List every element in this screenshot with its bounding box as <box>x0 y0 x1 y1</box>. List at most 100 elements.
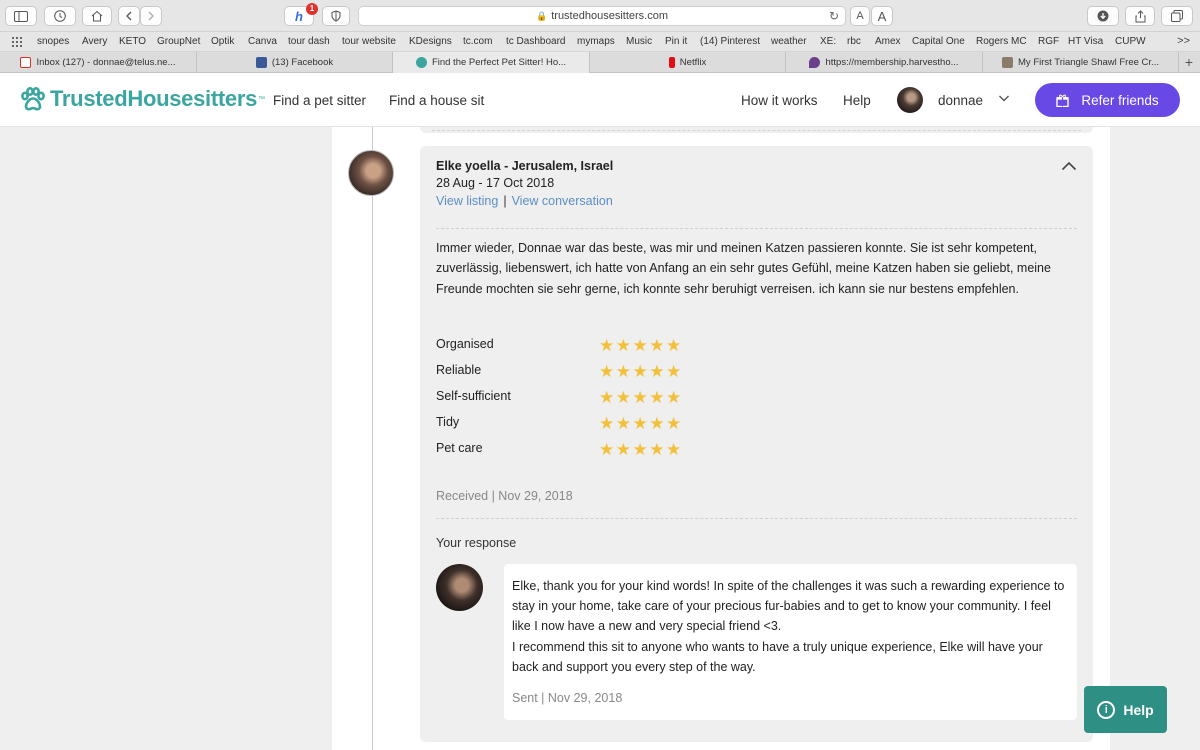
chevron-down-icon[interactable] <box>998 92 1010 104</box>
favorite-link[interactable]: RGF <box>1038 36 1059 47</box>
favorite-link[interactable]: XE: <box>820 36 836 47</box>
favorite-link[interactable]: Avery <box>82 36 107 47</box>
logo-wordmark: TrustedHousesitters <box>50 86 258 111</box>
view-conversation-link[interactable]: View conversation <box>512 194 613 208</box>
netflix-icon <box>668 57 675 68</box>
star-rating: ★★★★★ <box>599 336 683 355</box>
clock-icon <box>54 10 66 22</box>
favorite-link[interactable]: Pin it <box>665 36 687 47</box>
favorite-link[interactable]: (14) Pinterest <box>700 36 760 47</box>
help-button[interactable]: i Help <box>1084 686 1167 733</box>
previous-review-card <box>420 127 1093 133</box>
favorite-link[interactable]: Canva <box>248 36 277 47</box>
gmail-icon <box>20 57 32 68</box>
location-pin-icon <box>809 57 821 68</box>
review-links: View listing | View conversation <box>436 194 613 208</box>
favorite-link[interactable]: tc Dashboard <box>506 36 565 47</box>
back-button[interactable] <box>118 6 140 26</box>
reviewer-name: Elke yoella - Jerusalem, Israel <box>436 159 614 173</box>
font-larger-button[interactable]: A <box>871 6 893 26</box>
favorite-link[interactable]: CUPW <box>1115 36 1146 47</box>
info-icon: i <box>1097 700 1116 719</box>
favorites-overflow-button[interactable]: >> <box>1177 35 1190 47</box>
font-smaller-button[interactable]: A <box>850 6 870 26</box>
reload-icon[interactable]: ↻ <box>829 9 839 23</box>
view-listing-link[interactable]: View listing <box>436 194 498 208</box>
tab-label: My First Triangle Shawl Free Cr... <box>1018 57 1159 68</box>
downloads-button[interactable] <box>1087 6 1119 26</box>
address-bar[interactable]: 🔒 trustedhousesitters.com ↻ <box>358 6 846 26</box>
honey-icon: h <box>295 8 303 24</box>
star-rating: ★★★★★ <box>599 388 683 407</box>
favorite-link[interactable]: snopes <box>37 36 69 47</box>
tab-label: Find the Perfect Pet Sitter! Ho... <box>431 57 567 68</box>
favorite-link[interactable]: Optik <box>211 36 234 47</box>
nav-find-house-sit[interactable]: Find a house sit <box>389 93 484 108</box>
tab-label: Inbox (127) - donnae@telus.ne... <box>36 57 176 68</box>
favorite-link[interactable]: Rogers MC <box>976 36 1027 47</box>
grid-icon[interactable] <box>12 37 24 47</box>
download-icon <box>1097 10 1109 22</box>
tab-netflix[interactable]: Netflix <box>590 52 786 73</box>
nav-help[interactable]: Help <box>843 93 871 108</box>
favorite-link[interactable]: KETO <box>119 36 146 47</box>
tab-label: https://membership.harvestho... <box>825 57 959 68</box>
favorite-link[interactable]: HT Visa <box>1068 36 1103 47</box>
favorite-link[interactable]: weather <box>771 36 807 47</box>
favorites-bar: snopes Avery KETO GroupNet Optik Canva t… <box>0 32 1200 52</box>
tab-label: Netflix <box>679 57 707 68</box>
rating-label: Self-sufficient <box>436 389 511 403</box>
site-header: TrustedHousesitters ™ Find a pet sitter … <box>0 73 1200 127</box>
divider <box>432 130 1081 131</box>
share-button[interactable] <box>1125 6 1155 26</box>
tab-bar: Inbox (127) - donnae@telus.ne... (13) Fa… <box>0 52 1200 73</box>
home-button[interactable] <box>82 6 112 26</box>
username[interactable]: donnae <box>938 93 983 108</box>
divider <box>436 228 1077 229</box>
tab-harvesthosts[interactable]: https://membership.harvestho... <box>786 52 983 73</box>
tab-facebook[interactable]: (13) Facebook <box>197 52 393 73</box>
new-tab-button[interactable]: + <box>1185 54 1193 70</box>
response-paragraph: Elke, thank you for your kind words! In … <box>512 579 1065 634</box>
rating-label: Pet care <box>436 441 483 455</box>
favorite-link[interactable]: mymaps <box>577 36 615 47</box>
favorite-link[interactable]: KDesigns <box>409 36 452 47</box>
facebook-icon <box>255 57 267 68</box>
tabs-overview-button[interactable] <box>1161 6 1193 26</box>
favorite-link[interactable]: Amex <box>875 36 901 47</box>
chevron-up-icon[interactable] <box>1061 161 1077 171</box>
history-button[interactable] <box>44 6 76 26</box>
site-logo[interactable]: TrustedHousesitters ™ <box>20 86 265 112</box>
review-card: Elke yoella - Jerusalem, Israel 28 Aug -… <box>420 146 1093 742</box>
tabs-icon <box>1171 10 1183 22</box>
tab-gmail[interactable]: Inbox (127) - donnae@telus.ne... <box>0 52 197 73</box>
favorite-link[interactable]: tc.com <box>463 36 492 47</box>
paw-logo-icon <box>21 87 45 111</box>
favorite-link[interactable]: GroupNet <box>157 36 200 47</box>
favorite-link[interactable]: Music <box>626 36 652 47</box>
tab-shawl-pattern[interactable]: My First Triangle Shawl Free Cr... <box>983 52 1179 73</box>
refer-friends-button[interactable]: Refer friends <box>1035 83 1180 117</box>
rating-label: Tidy <box>436 415 460 429</box>
star-rating: ★★★★★ <box>599 362 683 381</box>
chevron-right-icon <box>148 11 154 21</box>
nav-how-it-works[interactable]: How it works <box>741 93 818 108</box>
link-separator: | <box>503 194 507 208</box>
lock-icon: 🔒 <box>536 10 548 21</box>
favorite-link[interactable]: tour website <box>342 36 396 47</box>
forward-button[interactable] <box>140 6 162 26</box>
page-gutter-left <box>0 127 332 750</box>
star-rating: ★★★★★ <box>599 414 683 433</box>
response-bubble: Elke, thank you for your kind words! In … <box>504 564 1077 720</box>
response-paragraph: I recommend this sit to anyone who wants… <box>512 639 1043 674</box>
tab-trustedhousesitters[interactable]: Find the Perfect Pet Sitter! Ho... <box>393 52 590 73</box>
honey-extension-button[interactable]: h 1 <box>284 3 318 26</box>
favorite-link[interactable]: rbc <box>847 36 861 47</box>
favorite-link[interactable]: tour dash <box>288 36 330 47</box>
favorite-link[interactable]: Capital One <box>912 36 965 47</box>
sent-date: Sent | Nov 29, 2018 <box>512 691 623 705</box>
user-avatar[interactable] <box>897 87 923 113</box>
sidebar-toggle-button[interactable] <box>5 6 37 26</box>
privacy-report-button[interactable] <box>322 6 350 26</box>
nav-find-pet-sitter[interactable]: Find a pet sitter <box>273 93 366 108</box>
